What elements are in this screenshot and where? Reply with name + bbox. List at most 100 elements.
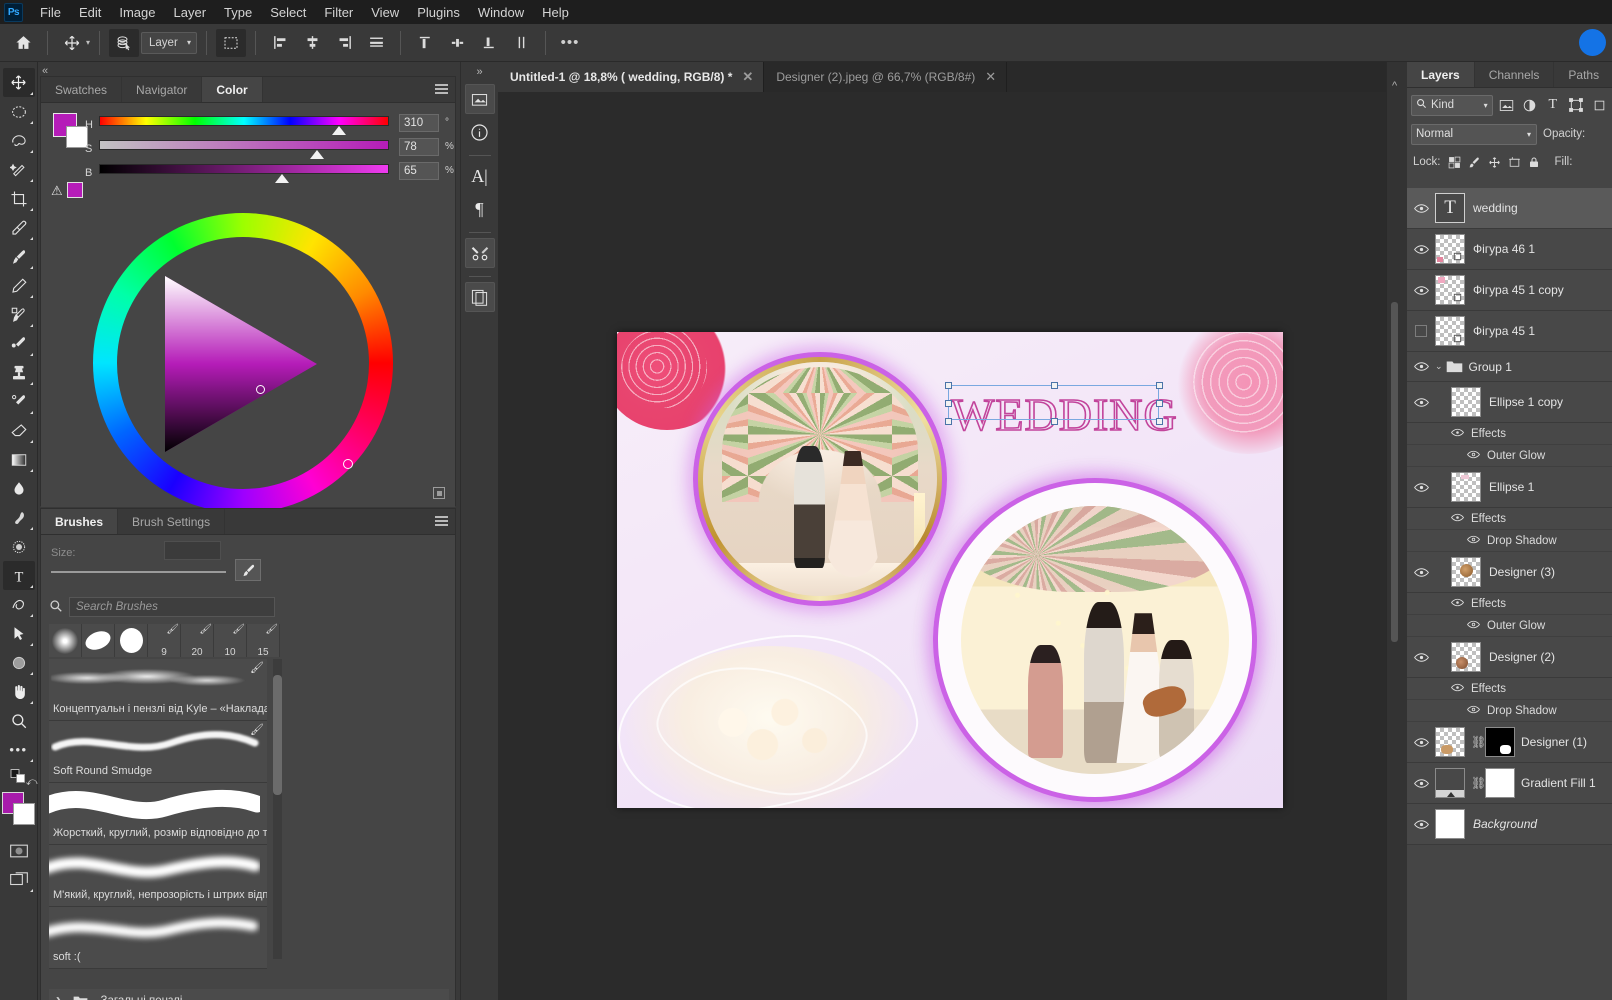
- color-wheel-options-icon[interactable]: [433, 487, 445, 499]
- layer-visibility-toggle[interactable]: [1407, 819, 1435, 830]
- layer-visibility-toggle[interactable]: [1407, 325, 1435, 337]
- tab-swatches[interactable]: Swatches: [41, 77, 122, 102]
- layer-row[interactable]: Фігура 45 1 copy: [1407, 270, 1612, 311]
- layer-effects-row[interactable]: Effects: [1407, 593, 1612, 615]
- link-icon[interactable]: ⛓: [1471, 776, 1481, 790]
- chevron-right-icon[interactable]: ❯: [55, 996, 63, 1000]
- tab-navigator[interactable]: Navigator: [122, 77, 202, 102]
- type-filter-icon[interactable]: T: [1543, 95, 1562, 116]
- info-icon[interactable]: [465, 117, 495, 147]
- menu-item-layer[interactable]: Layer: [165, 2, 216, 23]
- edit-toolbar-button[interactable]: •••: [3, 735, 35, 764]
- brush-list-item[interactable]: 🖌 Soft Round Smudge: [49, 721, 267, 783]
- object-selection-tool[interactable]: [3, 155, 35, 184]
- saturation-value-field[interactable]: 78: [399, 138, 439, 156]
- path-selection-tool[interactable]: [3, 590, 35, 619]
- tab-brush-settings[interactable]: Brush Settings: [118, 509, 225, 534]
- adjustment-filter-icon[interactable]: [1520, 95, 1539, 116]
- effect-visibility-toggle[interactable]: [1467, 450, 1480, 462]
- align-horizontal-centers-icon[interactable]: [297, 29, 327, 57]
- eraser-tool[interactable]: [3, 416, 35, 445]
- align-right-edges-icon[interactable]: [329, 29, 359, 57]
- menu-item-plugins[interactable]: Plugins: [408, 2, 469, 23]
- pencil-tool[interactable]: [3, 271, 35, 300]
- screen-mode-icon[interactable]: [3, 865, 35, 894]
- menu-item-edit[interactable]: Edit: [70, 2, 110, 23]
- layer-thumbnail[interactable]: [1435, 234, 1465, 264]
- tool-presets-icon[interactable]: [465, 238, 495, 268]
- effects-visibility-toggle[interactable]: [1451, 683, 1464, 695]
- brush-tool[interactable]: [3, 242, 35, 271]
- chevron-down-icon[interactable]: ⌄: [1435, 361, 1443, 372]
- swap-colors-icon[interactable]: ⤺: [26, 776, 38, 789]
- brush-list-item[interactable]: 🖌 Концептуальн і пензлі від Kyle – «Накл…: [49, 659, 267, 721]
- panel-menu-icon[interactable]: [435, 84, 448, 95]
- triangle-marker[interactable]: [256, 385, 265, 394]
- layer-filter-kind-select[interactable]: Kind ▾: [1411, 95, 1493, 116]
- crop-tool[interactable]: [3, 184, 35, 213]
- saturation-slider-thumb[interactable]: [310, 150, 324, 159]
- layer-visibility-toggle[interactable]: [1407, 285, 1435, 296]
- brightness-slider-track[interactable]: [99, 164, 389, 174]
- layer-row[interactable]: Фігура 46 1: [1407, 229, 1612, 270]
- lock-transparent-pixels-icon[interactable]: [1448, 156, 1461, 169]
- layer-mask-thumbnail[interactable]: [1485, 727, 1515, 757]
- layer-effect-row[interactable]: Outer Glow: [1407, 615, 1612, 637]
- character-icon[interactable]: A|: [465, 161, 495, 191]
- transform-handle-mr[interactable]: [1156, 400, 1163, 407]
- layer-visibility-toggle[interactable]: [1407, 361, 1435, 372]
- effects-visibility-toggle[interactable]: [1451, 513, 1464, 525]
- menu-item-select[interactable]: Select: [261, 2, 315, 23]
- blur-tool[interactable]: [3, 474, 35, 503]
- brightness-slider-thumb[interactable]: [275, 174, 289, 183]
- background-color-swatch[interactable]: [13, 803, 35, 825]
- transform-handle-ml[interactable]: [945, 400, 952, 407]
- document-tab-designer-2[interactable]: Designer (2).jpeg @ 66,7% (RGB/8#) ✕: [764, 62, 1007, 92]
- collapse-right-dock-icon[interactable]: ^: [1392, 80, 1397, 92]
- brush-preset-15[interactable]: 🖌 15: [247, 624, 280, 657]
- brush-preset-hard-ellipse[interactable]: [82, 624, 115, 657]
- layer-visibility-toggle[interactable]: [1407, 244, 1435, 255]
- menu-item-view[interactable]: View: [362, 2, 408, 23]
- eyedropper-tool[interactable]: [3, 213, 35, 242]
- transform-handle-bc[interactable]: [1051, 418, 1058, 425]
- type-tool[interactable]: T: [3, 561, 35, 590]
- close-icon[interactable]: ✕: [742, 69, 753, 85]
- tab-layers[interactable]: Layers: [1407, 62, 1475, 87]
- brush-preset-10[interactable]: 🖌 10: [214, 624, 247, 657]
- elliptical-marquee-tool[interactable]: [3, 97, 35, 126]
- effect-visibility-toggle[interactable]: [1467, 535, 1480, 547]
- align-left-edges-icon[interactable]: [265, 29, 295, 57]
- move-tool-icon[interactable]: [57, 29, 87, 57]
- layer-row[interactable]: Background: [1407, 804, 1612, 845]
- brush-preset-hard-round[interactable]: [115, 624, 148, 657]
- menu-item-help[interactable]: Help: [533, 2, 578, 23]
- menu-item-filter[interactable]: Filter: [315, 2, 362, 23]
- lock-position-icon[interactable]: [1488, 156, 1501, 169]
- lock-all-icon[interactable]: [1528, 156, 1540, 169]
- document-tab-untitled-1[interactable]: Untitled-1 @ 18,8% ( wedding, RGB/8) * ✕: [498, 62, 764, 92]
- layer-comps-icon[interactable]: [465, 282, 495, 312]
- expand-panels-icon[interactable]: »: [476, 66, 482, 78]
- hand-tool[interactable]: [3, 677, 35, 706]
- tab-brushes[interactable]: Brushes: [41, 509, 118, 534]
- tab-paths[interactable]: Paths: [1554, 62, 1612, 87]
- align-top-edges-icon[interactable]: [361, 29, 391, 57]
- brush-preset-soft-round[interactable]: [49, 624, 82, 657]
- color-panel-swatches[interactable]: [53, 113, 89, 149]
- layer-row[interactable]: ⛓ Gradient Fill 1: [1407, 763, 1612, 804]
- hue-ring-marker[interactable]: [343, 459, 353, 469]
- gamut-warning-icon[interactable]: ⚠: [51, 183, 63, 199]
- effects-visibility-toggle[interactable]: [1451, 428, 1464, 440]
- transform-handle-br[interactable]: [1156, 418, 1163, 425]
- user-avatar[interactable]: [1579, 29, 1606, 56]
- gamut-alternative-swatch[interactable]: [67, 182, 83, 198]
- brush-folder-general[interactable]: ❯ Загальні пензлі: [49, 989, 449, 1000]
- layer-row[interactable]: Ellipse 1: [1407, 467, 1612, 508]
- layer-row[interactable]: ⛓ Designer (1): [1407, 722, 1612, 763]
- layer-effect-row[interactable]: Drop Shadow: [1407, 530, 1612, 552]
- brush-size-field[interactable]: [164, 541, 221, 560]
- distribute-top-edges-icon[interactable]: [410, 29, 440, 57]
- show-transform-controls-icon[interactable]: [216, 29, 246, 57]
- tab-channels[interactable]: Channels: [1475, 62, 1555, 87]
